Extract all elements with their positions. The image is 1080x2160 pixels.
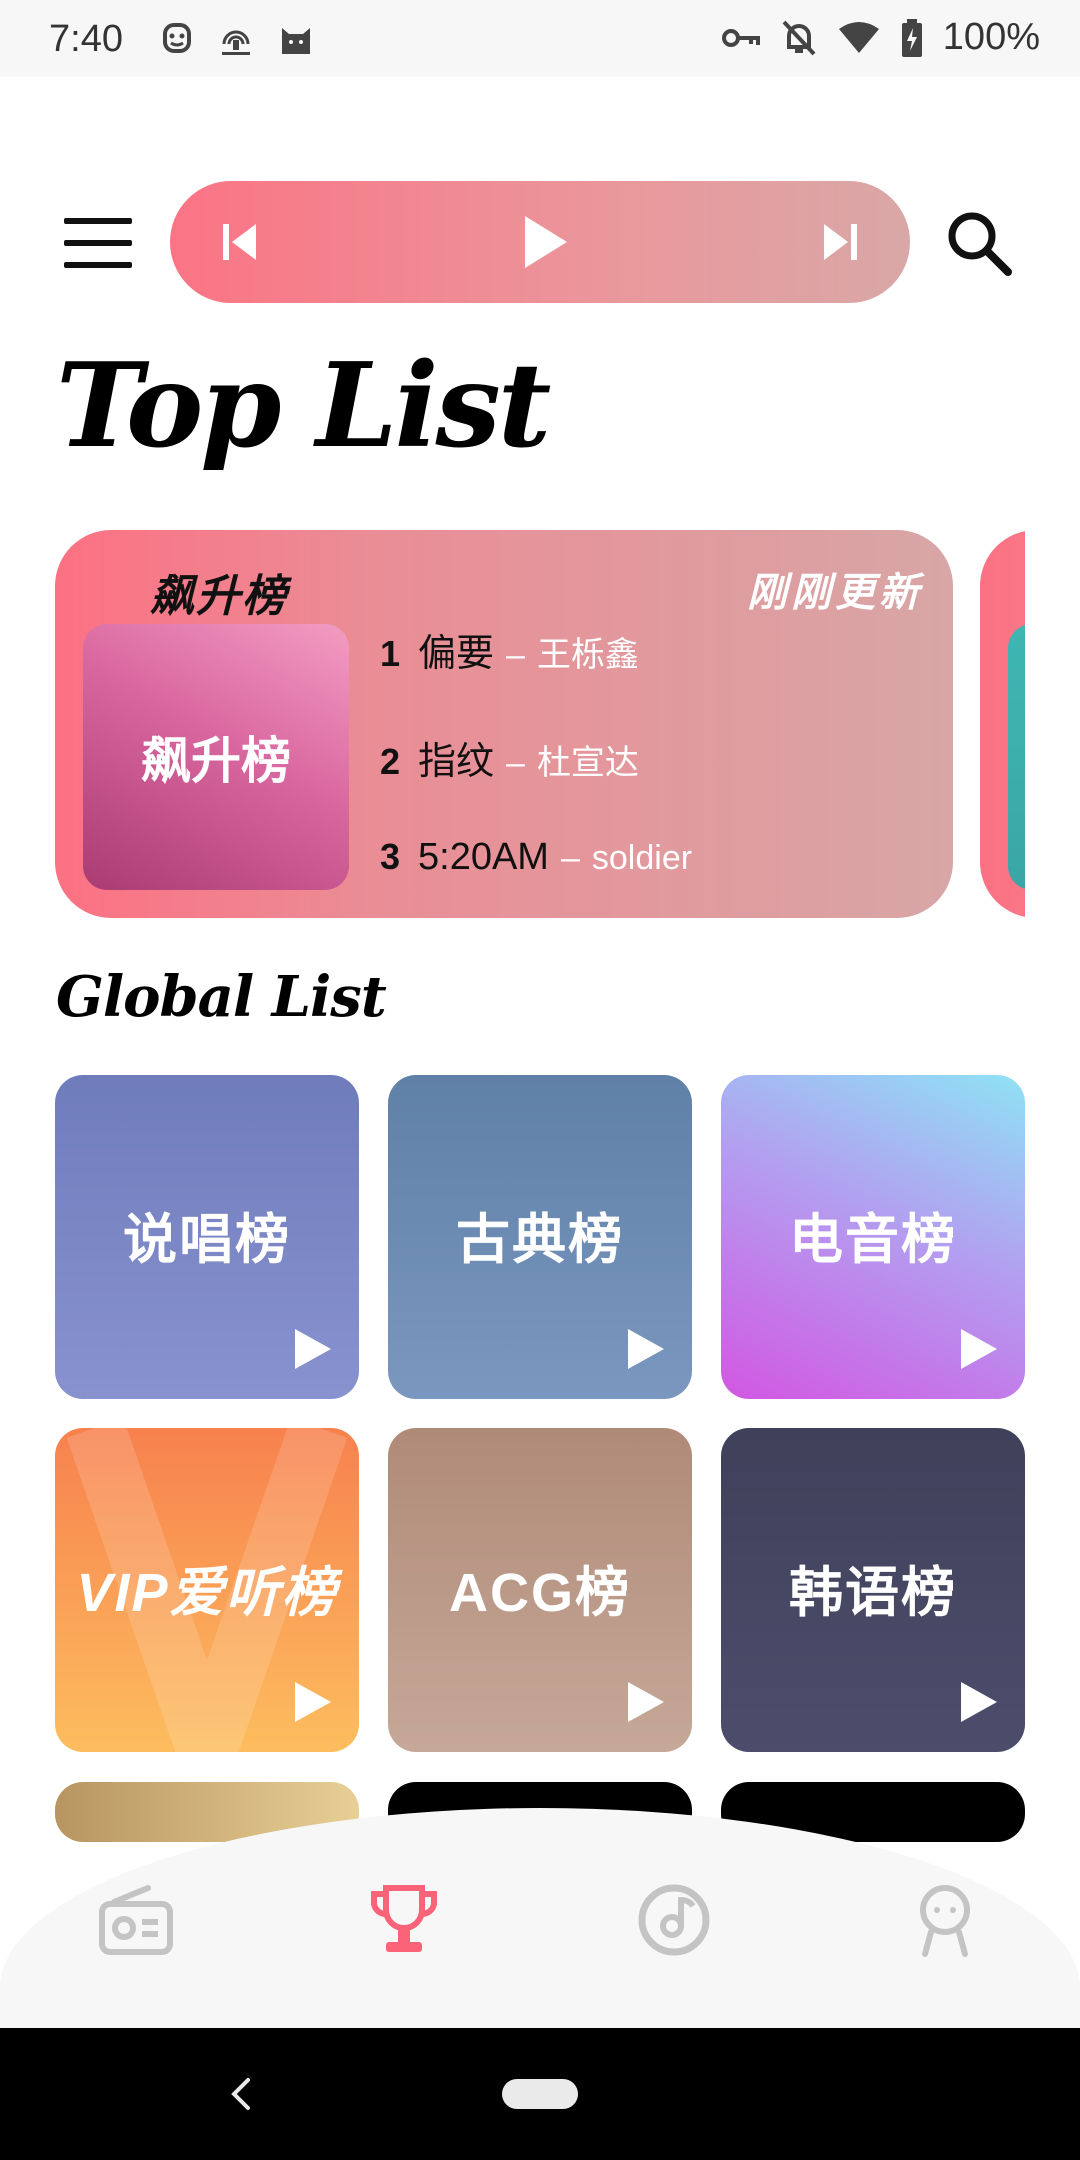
tile-label: 古典榜 <box>456 1210 624 1270</box>
mini-player <box>170 181 910 303</box>
track-artist: 杜宣达 <box>536 744 639 782</box>
battery-charging-icon <box>901 18 922 57</box>
tile-label: ACG榜 <box>449 1563 631 1623</box>
notifications-off-icon <box>782 20 816 55</box>
page-title: Top List <box>56 338 551 474</box>
track-rank: 2 <box>380 741 401 782</box>
nav-profile[interactable] <box>905 1880 985 1960</box>
trophy-icon <box>371 1885 437 1952</box>
tile-label: 电音榜 <box>789 1210 957 1270</box>
card-cover-label: 飙升榜 <box>141 733 291 789</box>
skip-next-button[interactable] <box>810 181 870 303</box>
fingerprint-app-icon <box>222 30 250 55</box>
card-handwritten-title: 飙升榜 <box>150 571 288 622</box>
cat-icon <box>282 28 310 54</box>
track-separator: – <box>506 744 525 782</box>
tile-label: 说唱榜 <box>123 1210 291 1270</box>
section-title: Global List <box>56 964 387 1030</box>
play-icon <box>961 1329 997 1369</box>
menu-bar-middle <box>64 240 132 246</box>
wifi-icon <box>838 21 879 53</box>
skip-next-icon <box>824 224 857 260</box>
music-disc-icon <box>638 1884 710 1956</box>
track-rank: 3 <box>380 836 401 877</box>
vpn-key-icon <box>721 28 760 47</box>
skip-previous-button[interactable] <box>210 181 270 303</box>
home-pill[interactable] <box>502 2079 578 2109</box>
play-icon <box>295 1329 331 1369</box>
search-icon <box>948 212 1012 276</box>
nav-radio[interactable] <box>96 1880 176 1960</box>
menu-bar-top <box>64 218 132 224</box>
play-icon <box>628 1682 664 1722</box>
play-icon <box>525 216 567 268</box>
tile-label: 韩语榜 <box>789 1563 957 1623</box>
card-cover: 飙升榜 <box>83 624 349 890</box>
track-title: 指纹 <box>418 741 495 783</box>
global-list-tile[interactable]: 古典榜 <box>388 1075 692 1399</box>
global-list-tile[interactable]: VIP爱听榜 <box>55 1428 359 1752</box>
menu-bar-bottom <box>64 262 132 268</box>
nav-top-list[interactable] <box>364 1880 444 1960</box>
track-rank: 1 <box>380 633 401 674</box>
radio-icon <box>99 1885 173 1955</box>
skip-previous-icon <box>223 224 256 260</box>
play-icon <box>628 1329 664 1369</box>
track-title: 5:20AM <box>418 836 549 878</box>
face-icon <box>163 23 191 53</box>
battery-percent: 100% <box>942 16 1040 58</box>
track-artist: soldier <box>591 839 693 877</box>
global-list-tile[interactable]: ACG榜 <box>388 1428 692 1752</box>
track-separator: – <box>506 636 525 674</box>
track-separator: – <box>560 839 580 877</box>
track-artist: 王栎鑫 <box>536 636 639 674</box>
status-left-icons <box>160 18 314 58</box>
play-icon <box>295 1682 331 1722</box>
global-list-tile[interactable]: 韩语榜 <box>721 1428 1025 1752</box>
nav-music[interactable] <box>634 1880 714 1960</box>
search-button[interactable] <box>944 208 1014 278</box>
card-updated-label: 刚刚更新 <box>747 569 923 616</box>
play-icon <box>961 1682 997 1722</box>
menu-icon[interactable] <box>64 218 132 268</box>
top-list-card[interactable]: 飙升榜 刚刚更新 飙升榜 1 偏要 – 王栎鑫 2 指纹 – 杜宣达 3 5:2… <box>55 530 953 918</box>
play-button[interactable] <box>510 181 580 303</box>
profile-icon <box>920 1885 970 1957</box>
track-row[interactable]: 1 偏要 – 王栎鑫 <box>380 622 639 677</box>
global-list-tile[interactable]: 说唱榜 <box>55 1075 359 1399</box>
status-bar: 7:40 100% <box>0 0 1080 77</box>
track-row[interactable]: 3 5:20AM – soldier <box>380 836 692 879</box>
global-list-tile[interactable]: 电音榜 <box>721 1075 1025 1399</box>
track-title: 偏要 <box>418 633 495 675</box>
status-right-icons: 100% <box>721 16 1040 59</box>
tile-label: VIP爱听榜 <box>76 1563 338 1623</box>
status-time: 7:40 <box>49 18 123 60</box>
back-icon[interactable] <box>226 2076 256 2112</box>
page-edge <box>1025 520 1080 930</box>
track-row[interactable]: 2 指纹 – 杜宣达 <box>380 730 639 785</box>
